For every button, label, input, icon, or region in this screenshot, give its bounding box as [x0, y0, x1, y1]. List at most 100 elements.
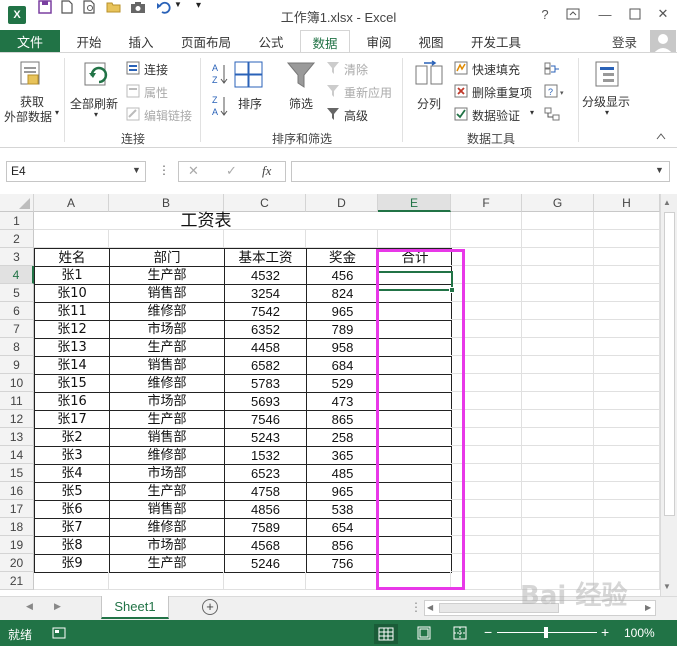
name-box[interactable]: E4 — [6, 161, 146, 182]
grid-cell[interactable] — [378, 212, 451, 230]
tab-page-layout[interactable]: 页面布局 — [172, 30, 240, 52]
table-cell[interactable]: 789 — [306, 320, 379, 339]
table-cell[interactable]: 张9 — [34, 554, 110, 573]
grid-cell[interactable] — [224, 230, 306, 248]
row-header-15[interactable]: 15 — [0, 464, 34, 482]
table-cell[interactable] — [378, 536, 452, 555]
grid-cell[interactable] — [451, 248, 522, 266]
maximize-icon[interactable] — [624, 4, 646, 24]
table-cell[interactable]: 965 — [306, 482, 379, 501]
table-cell[interactable]: 756 — [306, 554, 379, 573]
grid-cell[interactable] — [522, 482, 594, 500]
consolidate-icon[interactable] — [544, 61, 560, 78]
grid-cell[interactable] — [451, 212, 522, 230]
tab-developer[interactable]: 开发工具 — [462, 30, 530, 52]
table-cell[interactable]: 维修部 — [109, 446, 225, 465]
row-header-19[interactable]: 19 — [0, 536, 34, 554]
table-cell[interactable] — [378, 392, 452, 411]
tab-home[interactable]: 开始 — [66, 30, 112, 52]
table-cell[interactable]: 维修部 — [109, 374, 225, 393]
column-header-d[interactable]: D — [306, 194, 378, 212]
page-break-view-icon[interactable] — [452, 626, 468, 643]
table-cell[interactable]: 张17 — [34, 410, 110, 429]
grid-cell[interactable] — [594, 248, 660, 266]
name-box-dropdown-icon[interactable]: ▼ — [132, 165, 141, 175]
advanced-filter-icon[interactable] — [326, 107, 340, 124]
grid-cell[interactable] — [522, 212, 594, 230]
scroll-right-icon[interactable]: ▶ — [645, 603, 651, 612]
grid-cell[interactable] — [594, 572, 660, 590]
grid-cell[interactable] — [522, 446, 594, 464]
table-cell[interactable]: 965 — [306, 302, 379, 321]
grid-cell[interactable] — [522, 284, 594, 302]
table-cell[interactable]: 865 — [306, 410, 379, 429]
filter-icon[interactable] — [286, 60, 316, 93]
get-external-data-icon[interactable] — [18, 60, 44, 91]
row-header-20[interactable]: 20 — [0, 554, 34, 572]
row-header-21[interactable]: 21 — [0, 572, 34, 590]
grid-cell[interactable] — [522, 428, 594, 446]
grid-cell[interactable] — [109, 230, 224, 248]
table-cell[interactable]: 1532 — [224, 446, 307, 465]
grid-cell[interactable] — [451, 284, 522, 302]
sort-dialog-icon[interactable] — [234, 61, 264, 92]
table-cell[interactable] — [378, 266, 452, 285]
table-cell[interactable]: 958 — [306, 338, 379, 357]
row-header-2[interactable]: 2 — [0, 230, 34, 248]
table-cell[interactable]: 7542 — [224, 302, 307, 321]
grid-cell[interactable] — [451, 572, 522, 590]
new-sheet-button[interactable]: + — [202, 599, 218, 615]
table-cell[interactable]: 5246 — [224, 554, 307, 573]
grid-cell[interactable] — [451, 266, 522, 284]
table-cell[interactable]: 6523 — [224, 464, 307, 483]
table-cell[interactable]: 456 — [306, 266, 379, 285]
table-cell[interactable]: 张7 — [34, 518, 110, 537]
column-title-cell[interactable]: 合计 — [378, 248, 452, 267]
table-cell[interactable]: 销售部 — [109, 284, 225, 303]
table-cell[interactable]: 市场部 — [109, 464, 225, 483]
table-cell[interactable]: 销售部 — [109, 356, 225, 375]
table-cell[interactable]: 销售部 — [109, 428, 225, 447]
table-cell[interactable]: 6352 — [224, 320, 307, 339]
column-header-h[interactable]: H — [594, 194, 660, 212]
minimize-button[interactable]: — — [594, 4, 616, 24]
grid-cell[interactable] — [522, 518, 594, 536]
tab-formulas[interactable]: 公式 — [248, 30, 294, 52]
outline-dropdown-icon[interactable]: ▾ — [605, 108, 609, 117]
row-header-14[interactable]: 14 — [0, 446, 34, 464]
row-header-7[interactable]: 7 — [0, 320, 34, 338]
tab-file[interactable]: 文件 — [0, 30, 60, 52]
row-header-13[interactable]: 13 — [0, 428, 34, 446]
table-cell[interactable] — [378, 374, 452, 393]
grid-cell[interactable] — [451, 356, 522, 374]
table-cell[interactable]: 张3 — [34, 446, 110, 465]
table-cell[interactable]: 4856 — [224, 500, 307, 519]
grid-cell[interactable] — [522, 248, 594, 266]
table-cell[interactable]: 258 — [306, 428, 379, 447]
grid-cell[interactable] — [306, 572, 378, 590]
table-cell[interactable]: 654 — [306, 518, 379, 537]
row-header-8[interactable]: 8 — [0, 338, 34, 356]
table-cell[interactable] — [378, 338, 452, 357]
expand-formula-bar-icon[interactable]: ▼ — [655, 165, 664, 175]
reapply-button[interactable]: 重新应用 — [344, 84, 392, 101]
table-cell[interactable]: 7589 — [224, 518, 307, 537]
column-title-cell[interactable]: 部门 — [109, 248, 225, 267]
grid-cell[interactable] — [594, 536, 660, 554]
table-cell[interactable]: 张12 — [34, 320, 110, 339]
grid-cell[interactable] — [522, 302, 594, 320]
grid-cell[interactable] — [594, 446, 660, 464]
grid-cell[interactable] — [451, 374, 522, 392]
table-cell[interactable]: 市场部 — [109, 536, 225, 555]
remove-duplicates-button[interactable]: 删除重复项 — [472, 84, 532, 101]
cancel-icon[interactable]: ✕ — [188, 163, 199, 179]
row-header-16[interactable]: 16 — [0, 482, 34, 500]
grid-cell[interactable] — [451, 446, 522, 464]
grid-cell[interactable] — [522, 410, 594, 428]
table-cell[interactable]: 485 — [306, 464, 379, 483]
tab-insert[interactable]: 插入 — [118, 30, 164, 52]
table-cell[interactable]: 维修部 — [109, 302, 225, 321]
get-external-data-label-2[interactable]: 外部数据 — [4, 108, 52, 125]
grid-cell[interactable] — [522, 536, 594, 554]
grid-cell[interactable] — [34, 230, 109, 248]
